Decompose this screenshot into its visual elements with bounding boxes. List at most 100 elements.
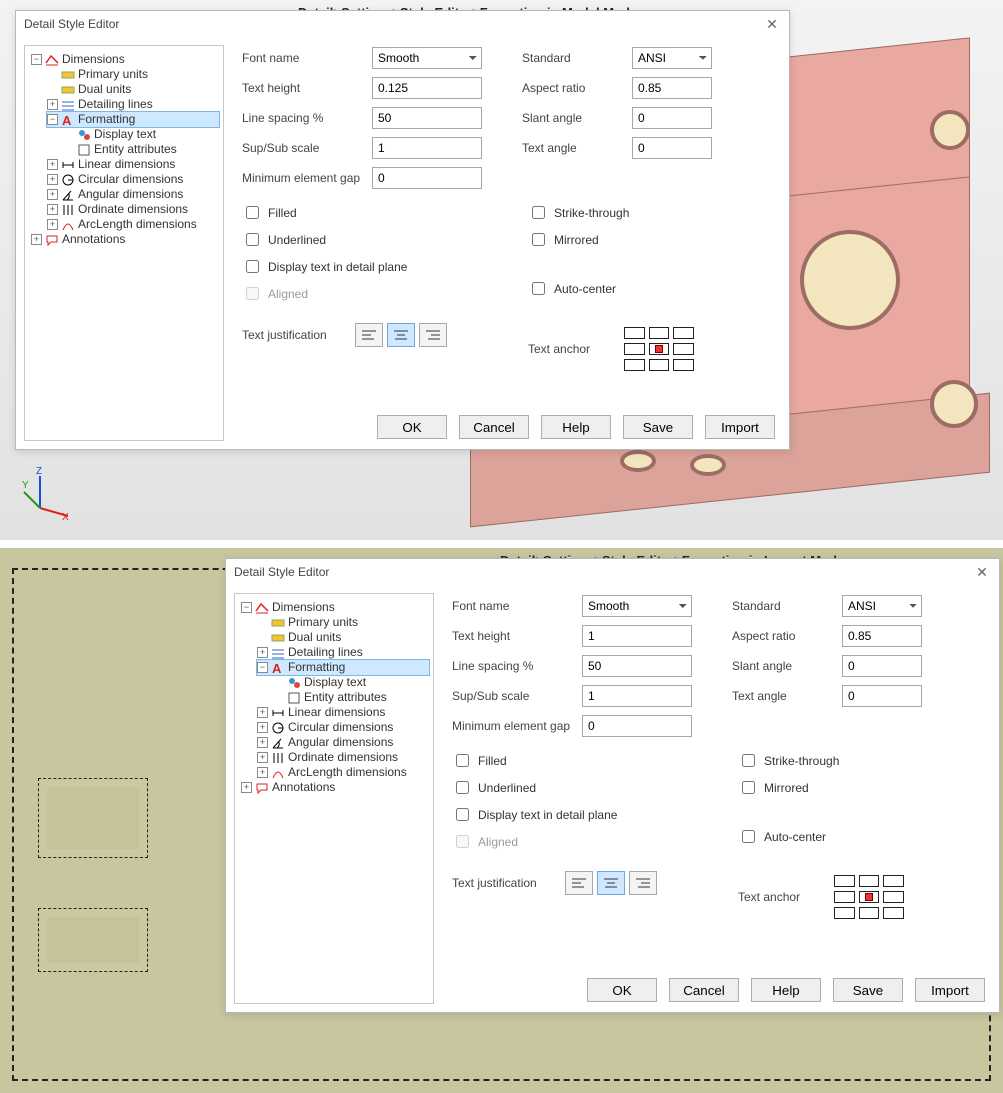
strike-through-checkbox[interactable]: Strike-through [738,751,839,770]
tree-display-text[interactable]: Display text [304,675,366,690]
min-gap-input[interactable] [372,167,482,189]
tree-formatting[interactable]: Formatting [288,660,345,675]
anchor-bl[interactable] [624,359,645,371]
text-anchor-grid[interactable] [620,323,698,375]
anchor-bl[interactable] [834,907,855,919]
tree-entity-attributes[interactable]: Entity attributes [304,690,387,705]
cancel-button[interactable]: Cancel [459,415,529,439]
tree-display-text[interactable]: Display text [94,127,156,142]
auto-center-checkbox[interactable]: Auto-center [528,279,629,298]
layout-view-1[interactable] [38,778,148,858]
justify-right-button[interactable] [419,323,447,347]
tree-annotations[interactable]: Annotations [272,780,335,795]
tree-circular[interactable]: Circular dimensions [288,720,393,735]
layout-view-2[interactable] [38,908,148,972]
underlined-checkbox[interactable]: Underlined [242,230,407,249]
anchor-mr[interactable] [673,343,694,355]
anchor-tc[interactable] [649,327,670,339]
justify-left-button[interactable] [355,323,383,347]
line-spacing-input[interactable] [582,655,692,677]
min-gap-input[interactable] [582,715,692,737]
sup-sub-input[interactable] [372,137,482,159]
tree-detailing-lines[interactable]: Detailing lines [78,97,153,112]
anchor-mr[interactable] [883,891,904,903]
tree-linear[interactable]: Linear dimensions [288,705,385,720]
tree-dimensions[interactable]: Dimensions [62,52,125,67]
slant-angle-input[interactable] [842,655,922,677]
filled-checkbox[interactable]: Filled [452,751,617,770]
close-icon[interactable]: ✕ [763,15,781,33]
anchor-tr[interactable] [883,875,904,887]
display-detail-plane-checkbox[interactable]: Display text in detail plane [242,257,407,276]
tree-circular[interactable]: Circular dimensions [78,172,183,187]
save-button[interactable]: Save [833,978,903,1002]
anchor-mc[interactable] [859,891,880,903]
strike-through-checkbox[interactable]: Strike-through [528,203,629,222]
anchor-tc[interactable] [859,875,880,887]
tree-dual-units[interactable]: Dual units [288,630,341,645]
text-height-input[interactable] [372,77,482,99]
anchor-br[interactable] [883,907,904,919]
ok-button[interactable]: OK [377,415,447,439]
import-button[interactable]: Import [705,415,775,439]
tree-arclength[interactable]: ArcLength dimensions [288,765,407,780]
font-name-select[interactable]: Smooth [372,47,482,69]
justify-right-button[interactable] [629,871,657,895]
anchor-mc[interactable] [649,343,670,355]
ok-button[interactable]: OK [587,978,657,1002]
text-anchor-grid[interactable] [830,871,908,923]
mirrored-checkbox[interactable]: Mirrored [738,778,839,797]
anchor-tl[interactable] [624,327,645,339]
justify-center-button[interactable] [597,871,625,895]
tree-angular[interactable]: Angular dimensions [78,187,183,202]
save-button[interactable]: Save [623,415,693,439]
tree-angular[interactable]: Angular dimensions [288,735,393,750]
tree-linear[interactable]: Linear dimensions [78,157,175,172]
settings-tree[interactable]: −Dimensions Primary units Dual units +De… [24,45,224,441]
standard-select[interactable]: ANSI [842,595,922,617]
tree-dual-units[interactable]: Dual units [78,82,131,97]
aspect-ratio-input[interactable] [842,625,922,647]
tree-primary-units[interactable]: Primary units [78,67,148,82]
tree-entity-attributes[interactable]: Entity attributes [94,142,177,157]
sup-sub-input[interactable] [582,685,692,707]
settings-tree[interactable]: −Dimensions Primary units Dual units +De… [234,593,434,1004]
tree-dimensions[interactable]: Dimensions [272,600,335,615]
justify-center-button[interactable] [387,323,415,347]
cancel-button[interactable]: Cancel [669,978,739,1002]
anchor-tl[interactable] [834,875,855,887]
circular-dim-icon [271,721,285,735]
tree-annotations[interactable]: Annotations [62,232,125,247]
font-name-select[interactable]: Smooth [582,595,692,617]
underlined-checkbox[interactable]: Underlined [452,778,617,797]
display-detail-plane-checkbox[interactable]: Display text in detail plane [452,805,617,824]
auto-center-checkbox[interactable]: Auto-center [738,827,839,846]
help-button[interactable]: Help [541,415,611,439]
anchor-bc[interactable] [859,907,880,919]
tree-arclength[interactable]: ArcLength dimensions [78,217,197,232]
filled-checkbox[interactable]: Filled [242,203,407,222]
anchor-ml[interactable] [834,891,855,903]
line-spacing-input[interactable] [372,107,482,129]
tree-formatting[interactable]: Formatting [78,112,135,127]
help-button[interactable]: Help [751,978,821,1002]
text-height-input[interactable] [582,625,692,647]
text-angle-input[interactable] [842,685,922,707]
anchor-ml[interactable] [624,343,645,355]
tree-primary-units[interactable]: Primary units [288,615,358,630]
aspect-ratio-input[interactable] [632,77,712,99]
anchor-br[interactable] [673,359,694,371]
import-button[interactable]: Import [915,978,985,1002]
anchor-bc[interactable] [649,359,670,371]
slant-angle-input[interactable] [632,107,712,129]
anchor-tr[interactable] [673,327,694,339]
justify-left-button[interactable] [565,871,593,895]
label-min-gap: Minimum element gap [452,719,582,733]
tree-detailing-lines[interactable]: Detailing lines [288,645,363,660]
standard-select[interactable]: ANSI [632,47,712,69]
tree-ordinate[interactable]: Ordinate dimensions [78,202,188,217]
text-angle-input[interactable] [632,137,712,159]
close-icon[interactable]: ✕ [973,563,991,581]
mirrored-checkbox[interactable]: Mirrored [528,230,629,249]
tree-ordinate[interactable]: Ordinate dimensions [288,750,398,765]
